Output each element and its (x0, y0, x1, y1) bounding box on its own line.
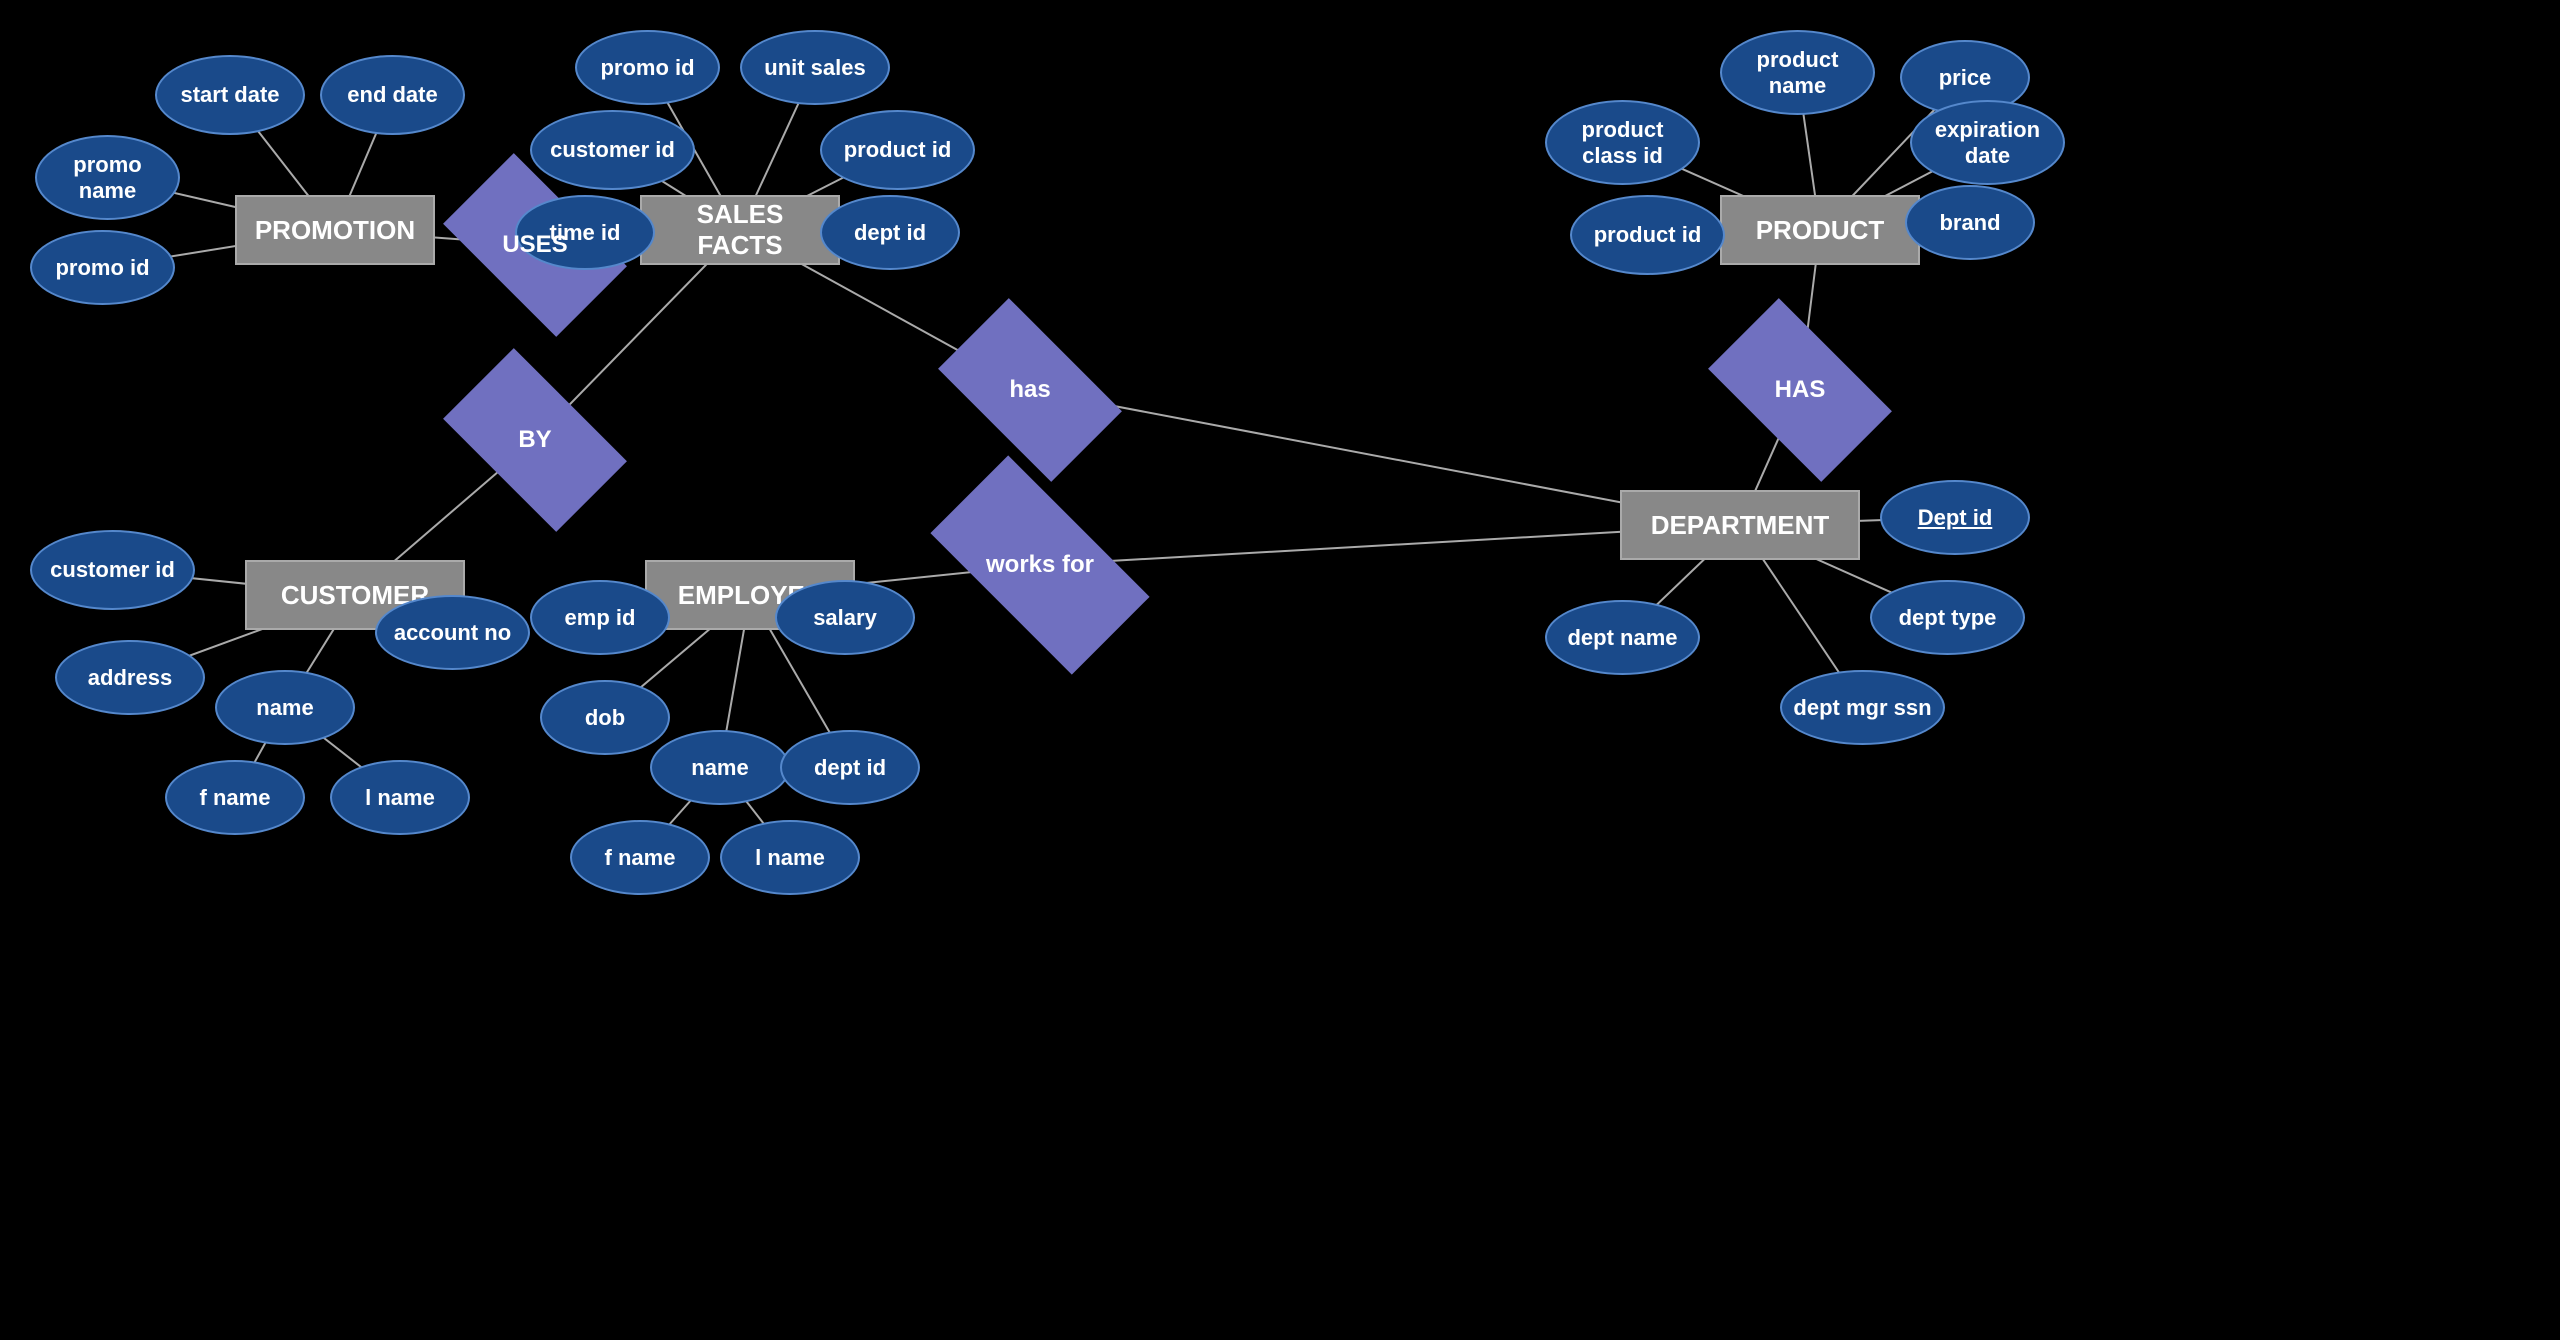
attribute-promo_name: promo name (35, 135, 180, 220)
er-diagram: PROMOTIONSALES FACTSPRODUCTCUSTOMEREMPLO… (0, 0, 2560, 1340)
attribute-dept_mgr_ssn: dept mgr ssn (1780, 670, 1945, 745)
attribute-name_e: name (650, 730, 790, 805)
attribute-product_id_p: product id (1570, 195, 1725, 275)
entity-product: PRODUCT (1720, 195, 1920, 265)
relationship-works_for: works for (940, 510, 1140, 620)
attribute-product_id_sf: product id (820, 110, 975, 190)
attribute-dob: dob (540, 680, 670, 755)
attribute-f_name_c: f name (165, 760, 305, 835)
attribute-customer_id_c: customer id (30, 530, 195, 610)
attribute-end_date: end date (320, 55, 465, 135)
attribute-dept_id_e: dept id (780, 730, 920, 805)
entity-sales_facts: SALES FACTS (640, 195, 840, 265)
entity-promotion: PROMOTION (235, 195, 435, 265)
attribute-salary: salary (775, 580, 915, 655)
attribute-emp_id: emp id (530, 580, 670, 655)
attribute-product_name: product name (1720, 30, 1875, 115)
attribute-customer_id_sf: customer id (530, 110, 695, 190)
attribute-start_date: start date (155, 55, 305, 135)
attribute-l_name_e: l name (720, 820, 860, 895)
attribute-account_no: account no (375, 595, 530, 670)
attribute-l_name_c: l name (330, 760, 470, 835)
attribute-expiration_date: expiration date (1910, 100, 2065, 185)
attribute-promo_id: promo id (30, 230, 175, 305)
relationship-has_small: has (950, 340, 1110, 440)
attribute-dept_name: dept name (1545, 600, 1700, 675)
relationship-by: BY (455, 390, 615, 490)
attribute-unit_sales: unit sales (740, 30, 890, 105)
relationship-has_big: HAS (1720, 340, 1880, 440)
attribute-dept_id_d: Dept id (1880, 480, 2030, 555)
attribute-name_c: name (215, 670, 355, 745)
attribute-brand: brand (1905, 185, 2035, 260)
attribute-dept_type: dept type (1870, 580, 2025, 655)
attribute-dept_id_sf: dept id (820, 195, 960, 270)
entity-department: DEPARTMENT (1620, 490, 1860, 560)
attribute-promo_id_sf: promo id (575, 30, 720, 105)
attribute-f_name_e: f name (570, 820, 710, 895)
attribute-product_class_id: product class id (1545, 100, 1700, 185)
attribute-address: address (55, 640, 205, 715)
